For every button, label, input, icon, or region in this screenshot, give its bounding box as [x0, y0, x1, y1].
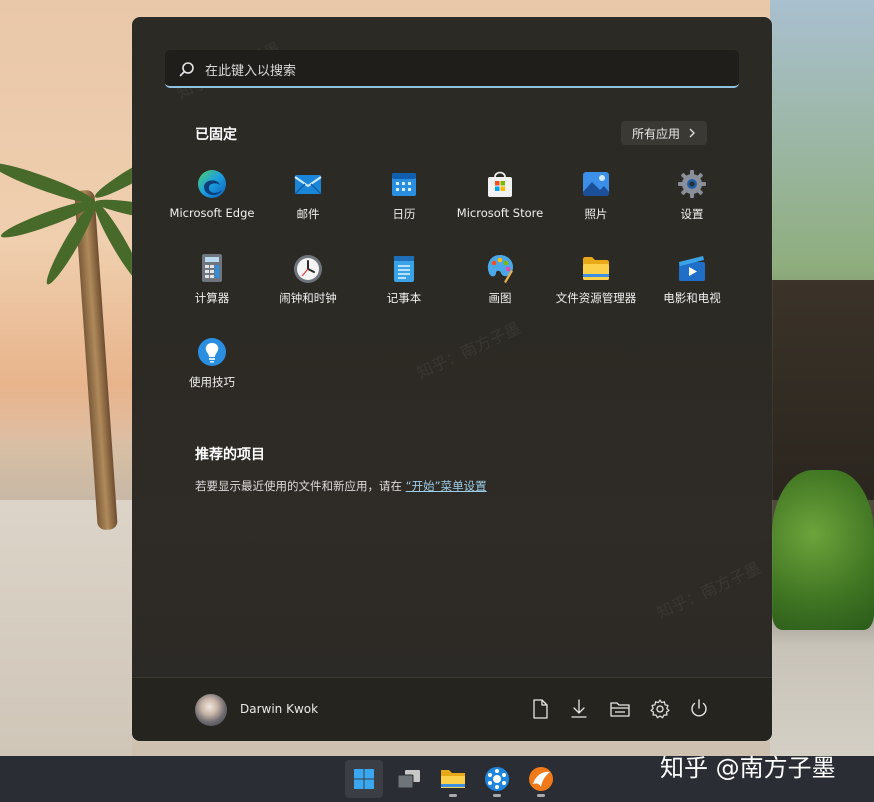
app-label: 记事本 [386, 291, 422, 305]
app-notepad[interactable]: 记事本 [356, 252, 452, 322]
app-label: Microsoft Store [456, 206, 544, 220]
app-label: 使用技巧 [189, 375, 235, 389]
all-apps-button[interactable]: 所有应用 [621, 121, 707, 145]
pinned-title: 已固定 [195, 127, 237, 143]
file-explorer-icon [441, 770, 465, 788]
notepad-icon [394, 256, 414, 282]
app-file-explorer[interactable]: 文件资源管理器 [548, 252, 644, 322]
app-mail[interactable]: 邮件 [260, 168, 356, 238]
tips-icon [198, 338, 226, 366]
taskbar-app-blue[interactable] [478, 760, 516, 798]
file-explorer-icon [583, 257, 609, 280]
recommended-title: 推荐的项目 [195, 447, 265, 463]
user-name[interactable]: Darwin Kwok [240, 702, 318, 716]
app-edge[interactable]: Microsoft Edge [164, 168, 260, 238]
bg-watermark: 知乎：南方子墨 [413, 318, 524, 383]
settings-icon[interactable] [649, 698, 671, 720]
app-clock[interactable]: 闹钟和时钟 [260, 252, 356, 322]
app-blue-icon [485, 767, 509, 791]
app-photos[interactable]: 照片 [548, 168, 644, 238]
app-label: 画图 [488, 291, 512, 305]
search-placeholder: 在此键入以搜索 [205, 64, 297, 79]
app-label: 邮件 [296, 207, 320, 221]
start-footer: Darwin Kwok [132, 677, 772, 741]
start-settings-link[interactable]: “开始”菜单设置 [406, 479, 487, 493]
app-label: 电影和电视 [663, 291, 721, 305]
mail-icon [294, 175, 322, 195]
store-icon [488, 171, 512, 197]
app-paint[interactable]: 画图 [452, 252, 548, 322]
wallpaper-sand [0, 500, 132, 760]
clock-icon [294, 255, 322, 283]
wallpaper-frond [0, 157, 98, 209]
app-store[interactable]: Microsoft Store [452, 168, 548, 238]
task-view-icon [397, 770, 420, 789]
all-apps-label: 所有应用 [631, 126, 680, 141]
start-menu: 知乎：南方子墨 知乎：南方子墨 知乎：南方子墨 在此键入以搜索 已固定 所有应用… [132, 17, 772, 741]
app-label: 文件资源管理器 [555, 291, 637, 305]
taskbar-task-view[interactable] [390, 760, 428, 798]
wallpaper-hut [770, 280, 874, 500]
paint-icon [487, 255, 513, 283]
movies-tv-icon [679, 256, 705, 281]
running-indicator [537, 794, 545, 797]
taskbar-app-orange[interactable] [522, 760, 560, 798]
app-calendar[interactable]: 日历 [356, 168, 452, 238]
running-indicator [449, 794, 457, 797]
file-explorer-icon[interactable] [609, 698, 631, 720]
photos-icon [583, 172, 609, 196]
app-calculator[interactable]: 计算器 [164, 252, 260, 322]
calendar-icon [392, 173, 416, 196]
recommended-message: 若要显示最近使用的文件和新应用，请在 [195, 479, 402, 493]
power-icon[interactable] [688, 698, 710, 720]
chevron-right-icon [689, 128, 695, 138]
taskbar-start-button[interactable] [345, 760, 383, 798]
watermark: 知乎 @南方子墨 [660, 754, 836, 782]
avatar[interactable] [195, 694, 227, 726]
recommended-text: 若要显示最近使用的文件和新应用，请在 “开始”菜单设置 [195, 478, 487, 494]
app-settings[interactable]: 设置 [644, 168, 740, 238]
app-label: 设置 [680, 207, 704, 221]
app-label: Microsoft Edge [169, 206, 255, 220]
windows-icon [354, 769, 374, 789]
bg-watermark: 知乎：南方子墨 [653, 558, 764, 623]
app-label: 计算器 [194, 291, 230, 305]
calculator-icon [202, 254, 222, 282]
app-orange-icon [529, 767, 553, 791]
running-indicator [493, 794, 501, 797]
app-label: 照片 [584, 207, 608, 221]
downloads-icon[interactable] [568, 698, 590, 720]
edge-icon [198, 170, 226, 198]
search-box[interactable]: 在此键入以搜索 [165, 50, 739, 88]
app-movies-tv[interactable]: 电影和电视 [644, 252, 740, 322]
wallpaper-bush [772, 470, 874, 630]
app-label: 闹钟和时钟 [279, 291, 337, 305]
app-label: 日历 [392, 207, 416, 221]
search-icon [179, 62, 194, 77]
taskbar-file-explorer[interactable] [434, 760, 472, 798]
app-tips[interactable]: 使用技巧 [164, 336, 260, 406]
documents-icon[interactable] [529, 698, 551, 720]
settings-icon [678, 170, 706, 198]
